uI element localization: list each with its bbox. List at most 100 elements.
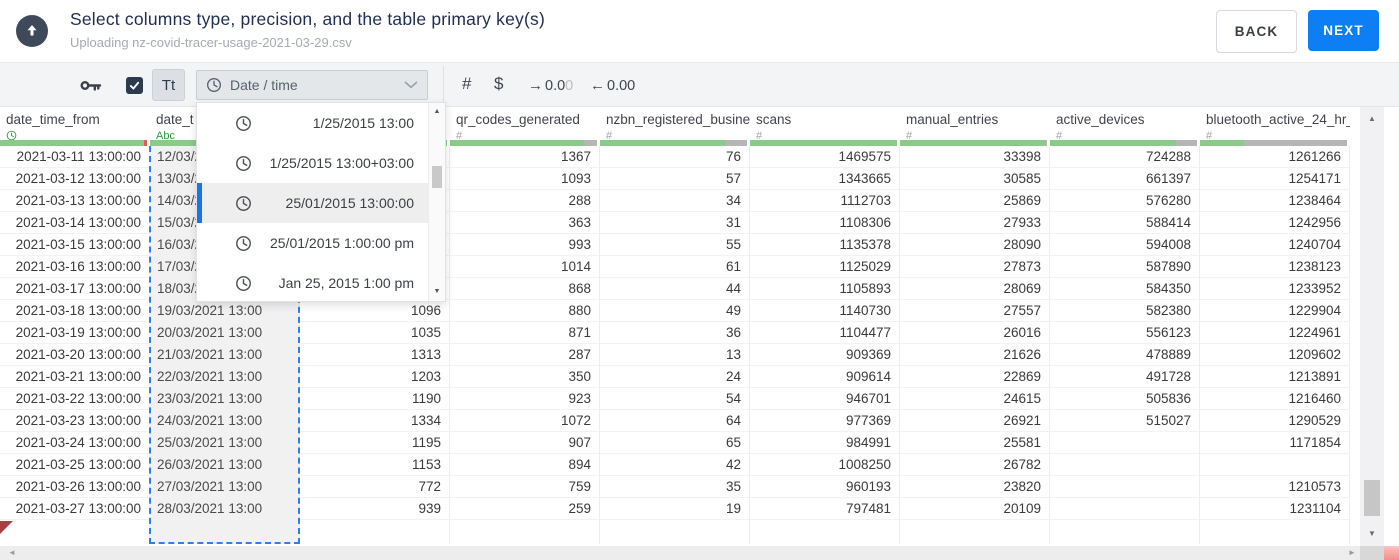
format-option[interactable]: Jan 25, 2015 1:00 pm xyxy=(197,263,445,303)
table-cell: 724288 xyxy=(1050,146,1200,168)
pad-right-faded: 0 xyxy=(565,77,574,94)
scroll-down-arrow[interactable]: ▼ xyxy=(429,285,445,299)
back-button[interactable]: BACK xyxy=(1216,10,1297,53)
chevron-down-icon xyxy=(404,81,418,89)
table-cell: 1008250 xyxy=(750,454,900,476)
format-option-label: 1/25/2015 13:00+03:00 xyxy=(269,155,414,171)
decimal-pad-right-button[interactable]: → 0.0 0 xyxy=(528,77,573,94)
table-cell: 2021-03-12 13:00:00 xyxy=(0,168,150,190)
table-cell: 2021-03-19 13:00:00 xyxy=(0,322,150,344)
boolean-type-checkbox[interactable] xyxy=(126,77,143,94)
column-header-active_devices[interactable]: active_devices # xyxy=(1050,107,1200,140)
horizontal-scrollbar[interactable]: ◄ ► xyxy=(0,546,1399,560)
scroll-up-arrow[interactable]: ▲ xyxy=(1360,111,1384,127)
table-cell: 1213891 xyxy=(1200,366,1350,388)
text-type-button[interactable]: Tt xyxy=(152,69,185,101)
table-cell: 54 xyxy=(600,388,750,410)
table-cell: 35 xyxy=(600,476,750,498)
table-cell: 515027 xyxy=(1050,410,1200,432)
column-name: date_time_from xyxy=(6,112,100,127)
table-row: 2021-03-27 13:00:00 28/03/2021 13:00 939 25… xyxy=(0,498,1350,520)
table-cell: 868 xyxy=(450,278,600,300)
table-cell: 505836 xyxy=(1050,388,1200,410)
dropdown-scrollbar-thumb[interactable] xyxy=(432,166,442,188)
table-row: 2021-03-26 13:00:00 27/03/2021 13:00 772 75… xyxy=(0,476,1350,498)
table-cell: 23/03/2021 13:00 xyxy=(150,388,300,410)
format-option-label: Jan 25, 2015 1:00 pm xyxy=(278,275,414,291)
dropdown-scrollbar[interactable]: ▲ ▼ xyxy=(428,103,445,301)
table-cell: 1108306 xyxy=(750,212,900,234)
table-cell: 1343665 xyxy=(750,168,900,190)
toolbar-divider xyxy=(443,66,444,102)
error-corner-flag xyxy=(0,521,13,534)
table-cell: 1290529 xyxy=(1200,410,1350,432)
column-name: bluetooth_active_24_hr_ xyxy=(1206,112,1350,127)
table-cell: 24615 xyxy=(900,388,1050,410)
table-cell: 287 xyxy=(450,344,600,366)
table-cell: 1229904 xyxy=(1200,300,1350,322)
table-cell: 28069 xyxy=(900,278,1050,300)
next-button[interactable]: NEXT xyxy=(1308,10,1379,51)
table-cell: 350 xyxy=(450,366,600,388)
column-name: manual_entries xyxy=(906,112,999,127)
scroll-up-arrow[interactable]: ▲ xyxy=(429,105,445,119)
table-cell: 2021-03-25 13:00:00 xyxy=(0,454,150,476)
number-type-badge: # xyxy=(756,130,763,140)
table-cell: 1104477 xyxy=(750,322,900,344)
table-cell: 1254171 xyxy=(1200,168,1350,190)
table-cell: 26921 xyxy=(900,410,1050,432)
table-cell: 55 xyxy=(600,234,750,256)
table-cell: 27/03/2021 13:00 xyxy=(150,476,300,498)
scroll-right-arrow[interactable]: ► xyxy=(1348,546,1356,560)
table-cell xyxy=(1050,454,1200,476)
column-header-bluetooth_active_24_hr_[interactable]: bluetooth_active_24_hr_ # xyxy=(1200,107,1350,140)
scrollbar-corner xyxy=(1360,546,1384,560)
table-cell: 588414 xyxy=(1050,212,1200,234)
table-cell: 1261266 xyxy=(1200,146,1350,168)
table-cell: 31 xyxy=(600,212,750,234)
table-cell: 1195 xyxy=(300,432,450,454)
table-cell: 28/03/2021 13:00 xyxy=(150,498,300,520)
format-option[interactable]: 1/25/2015 13:00+03:00 xyxy=(197,143,445,183)
column-header-qr_codes_generated[interactable]: qr_codes_generated # xyxy=(450,107,600,140)
table-row: 2021-03-20 13:00:00 21/03/2021 13:00 1313 2… xyxy=(0,344,1350,366)
currency-type-button[interactable]: $ xyxy=(494,74,503,94)
table-cell: 582380 xyxy=(1050,300,1200,322)
table-cell: 556123 xyxy=(1050,322,1200,344)
table-cell: 1233952 xyxy=(1200,278,1350,300)
column-header-nzbn_registered_busine[interactable]: nzbn_registered_busine # xyxy=(600,107,750,140)
table-cell: 27557 xyxy=(900,300,1050,322)
table-cell: 1367 xyxy=(450,146,600,168)
column-name: qr_codes_generated xyxy=(456,112,580,127)
format-option[interactable]: 25/01/2015 1:00:00 pm xyxy=(197,223,445,263)
column-header-scans[interactable]: scans # xyxy=(750,107,900,140)
format-option[interactable]: 1/25/2015 13:00 xyxy=(197,103,445,143)
clock-icon xyxy=(207,78,221,92)
column-header-manual_entries[interactable]: manual_entries # xyxy=(900,107,1050,140)
table-cell: 1216460 xyxy=(1200,388,1350,410)
integer-type-button[interactable]: # xyxy=(462,74,471,94)
table-row: 2021-03-23 13:00:00 24/03/2021 13:00 1334 1… xyxy=(0,410,1350,432)
csv-upload-wizard: Select columns type, precision, and the … xyxy=(0,0,1399,560)
table-cell xyxy=(1050,432,1200,454)
primary-key-icon[interactable] xyxy=(80,78,102,98)
scroll-down-arrow[interactable]: ▼ xyxy=(1360,526,1384,542)
table-cell: 57 xyxy=(600,168,750,190)
table-cell: 909369 xyxy=(750,344,900,366)
table-cell: 1203 xyxy=(300,366,450,388)
table-cell: 977369 xyxy=(750,410,900,432)
column-header-date_time_from[interactable]: date_time_from xyxy=(0,107,150,140)
table-cell: 1334 xyxy=(300,410,450,432)
format-option[interactable]: 25/01/2015 13:00:00 xyxy=(197,183,445,223)
datetime-type-select[interactable]: Date / time xyxy=(196,70,428,100)
decimal-pad-left-button[interactable]: ← 0.00 xyxy=(590,77,635,94)
table-cell: 30585 xyxy=(900,168,1050,190)
table-cell: 2021-03-16 13:00:00 xyxy=(0,256,150,278)
vertical-scrollbar[interactable]: ▲ ▼ xyxy=(1360,107,1384,546)
table-cell: 907 xyxy=(450,432,600,454)
table-cell: 587890 xyxy=(1050,256,1200,278)
scroll-left-arrow[interactable]: ◄ xyxy=(8,546,16,560)
table-cell: 984991 xyxy=(750,432,900,454)
vertical-scrollbar-thumb[interactable] xyxy=(1364,480,1380,516)
table-cell: 1231104 xyxy=(1200,498,1350,520)
